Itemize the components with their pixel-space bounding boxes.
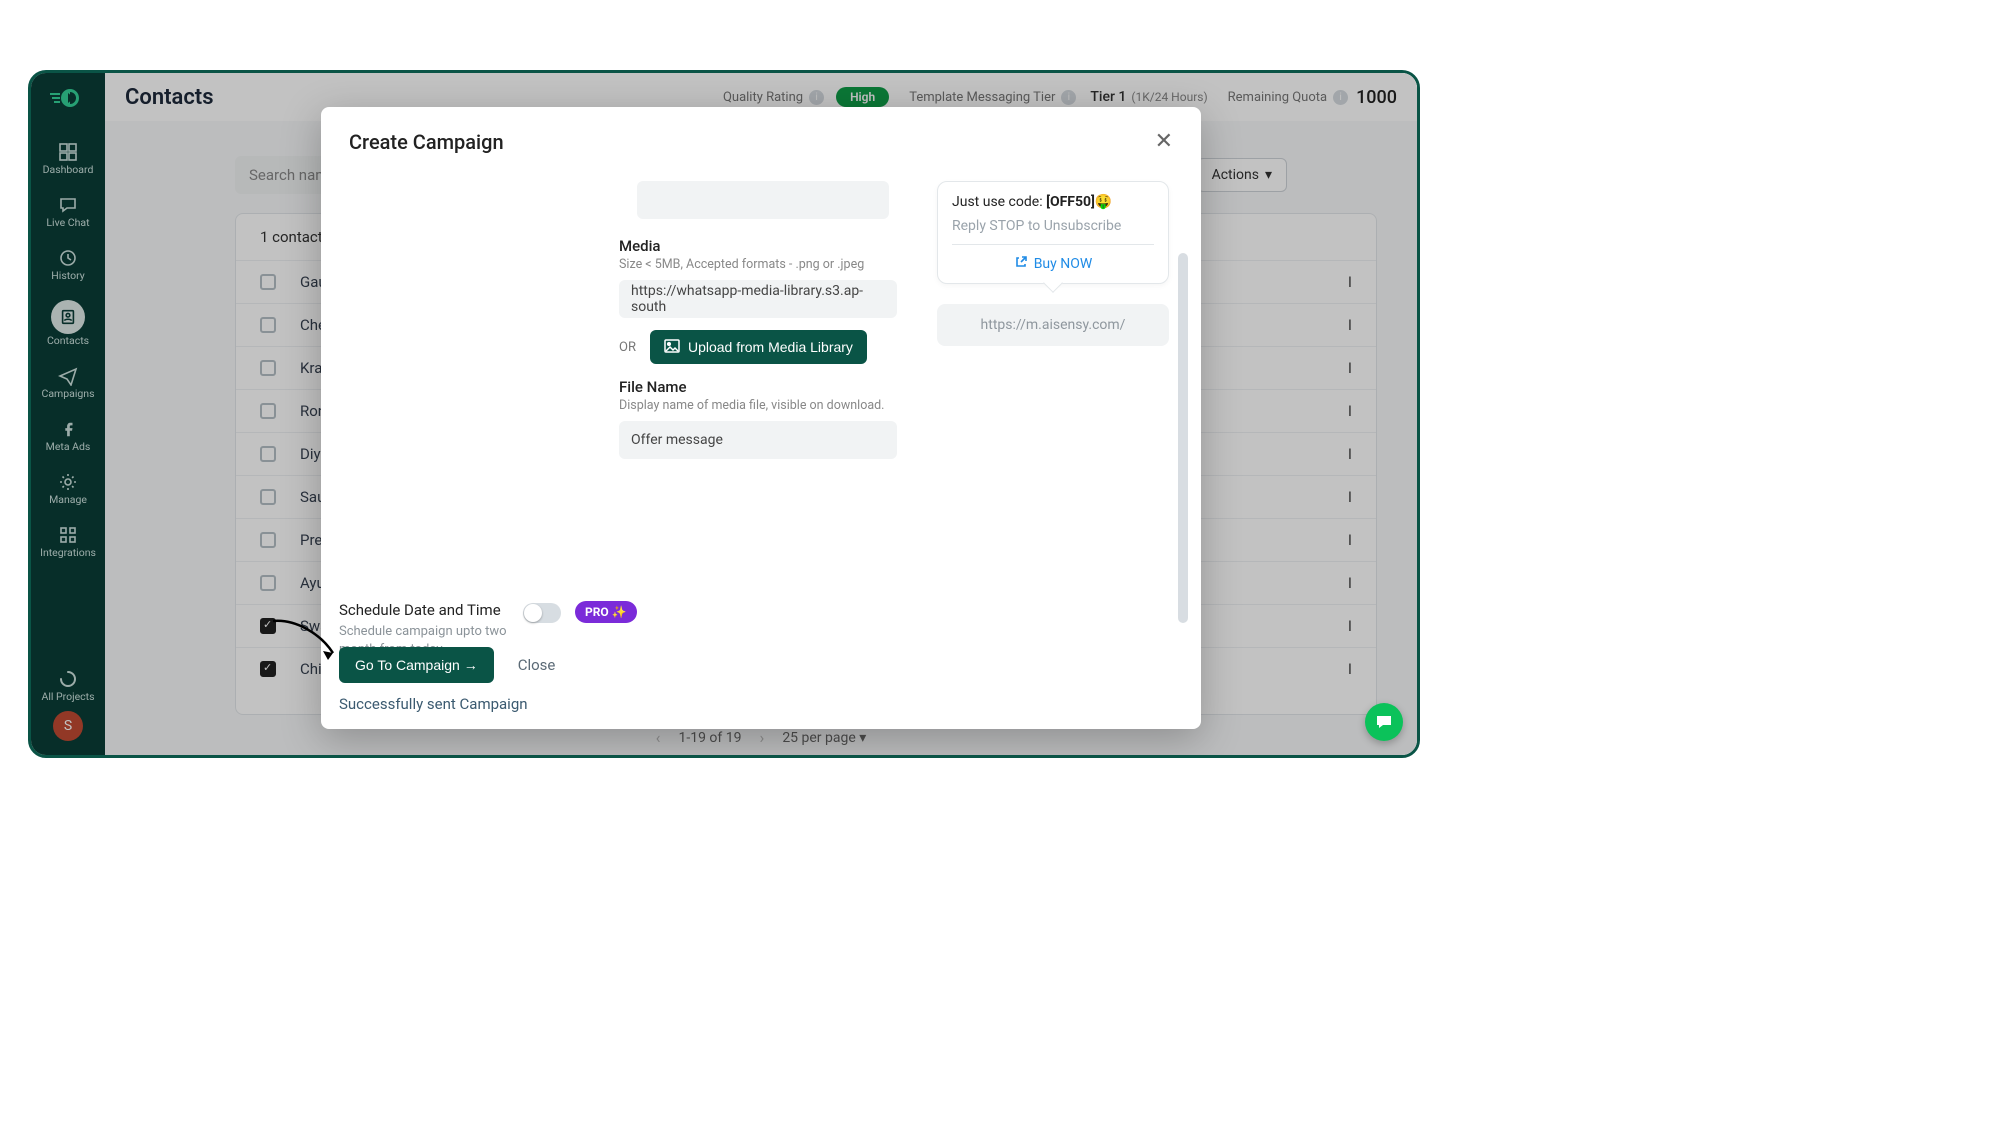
modal-preview-column: Just use code: [OFF50]🤑 Reply STOP to Un…	[937, 181, 1169, 346]
preview-url-text: https://m.aisensy.com/	[981, 317, 1126, 333]
help-fab[interactable]	[1365, 703, 1403, 741]
preview-text: Just use code:	[952, 194, 1046, 210]
or-text: OR	[619, 340, 636, 355]
preview-unsubscribe: Reply STOP to Unsubscribe	[952, 218, 1154, 234]
success-message: Successfully sent Campaign	[339, 695, 555, 713]
upload-media-button[interactable]: Upload from Media Library	[650, 330, 867, 364]
upload-label: Upload from Media Library	[688, 339, 853, 355]
modal-footer: Go To Campaign → Close Successfully sent…	[339, 647, 555, 713]
chat-bubble-icon	[1374, 712, 1394, 732]
modal-title: Create Campaign	[349, 130, 504, 154]
media-label: Media	[619, 237, 897, 255]
media-url-value: https://whatsapp-media-library.s3.ap-sou…	[631, 283, 885, 315]
filename-input[interactable]: Offer message	[619, 421, 897, 459]
scrollbar-thumb[interactable]	[1178, 253, 1188, 623]
pro-badge: PRO ✨	[575, 601, 637, 623]
close-icon[interactable]: ✕	[1155, 129, 1173, 154]
schedule-title: Schedule Date and Time	[339, 601, 509, 619]
media-hint: Size < 5MB, Accepted formats - .png or .…	[619, 257, 897, 272]
close-button[interactable]: Close	[518, 656, 556, 674]
generic-input[interactable]	[637, 181, 889, 219]
external-link-icon	[1014, 255, 1028, 273]
go-label: Go To Campaign →	[355, 657, 478, 673]
schedule-toggle[interactable]	[523, 603, 561, 623]
filename-hint: Display name of media file, visible on d…	[619, 398, 897, 413]
preview-cta-label: Buy NOW	[1034, 256, 1093, 272]
preview-emoji: 🤑	[1095, 194, 1112, 210]
create-campaign-modal: Create Campaign ✕ Media Size < 5MB, Acce…	[321, 107, 1201, 729]
modal-form-column: Media Size < 5MB, Accepted formats - .pn…	[619, 181, 897, 459]
app-frame: Dashboard Live Chat History Contacts Cam…	[28, 70, 1420, 758]
preview-code: [OFF50]	[1046, 194, 1095, 210]
go-to-campaign-button[interactable]: Go To Campaign →	[339, 647, 494, 683]
preview-line1: Just use code: [OFF50]🤑	[952, 194, 1154, 210]
image-icon	[664, 339, 680, 356]
media-url-input[interactable]: https://whatsapp-media-library.s3.ap-sou…	[619, 280, 897, 318]
filename-value: Offer message	[631, 432, 723, 448]
preview-url-chip: https://m.aisensy.com/	[937, 304, 1169, 346]
filename-label: File Name	[619, 378, 897, 396]
message-preview-card: Just use code: [OFF50]🤑 Reply STOP to Un…	[937, 181, 1169, 284]
